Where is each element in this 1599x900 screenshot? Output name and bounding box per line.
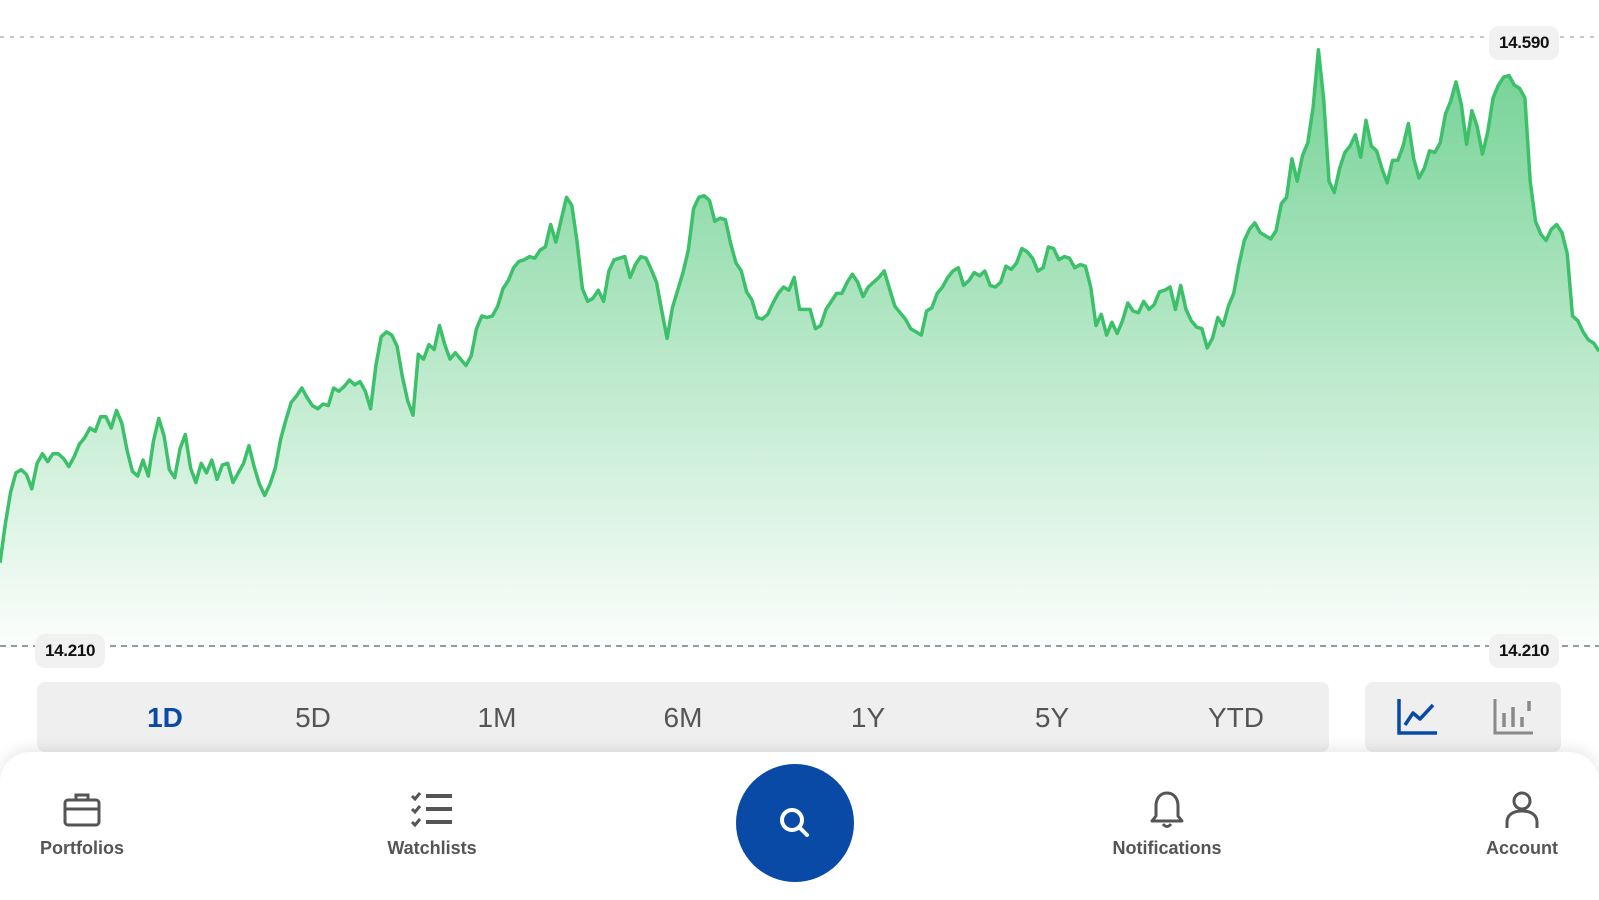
max-price-label-right: 14.590: [1489, 26, 1560, 60]
range-1m-tab[interactable]: 1M: [437, 702, 557, 734]
min-price-label-right: 14.210: [1489, 634, 1560, 668]
chart-type-toggle: [1365, 682, 1561, 752]
range-6m-tab[interactable]: 6M: [623, 702, 743, 734]
nav-portfolios-label: Portfolios: [40, 838, 124, 858]
line-chart-icon: [1397, 699, 1437, 735]
search-button[interactable]: [736, 764, 854, 882]
briefcase-icon: [60, 788, 104, 832]
bar-chart-icon: [1493, 699, 1533, 735]
nav-account[interactable]: Account: [1422, 788, 1599, 859]
range-5y-tab[interactable]: 5Y: [992, 702, 1112, 734]
search-icon: [780, 808, 809, 837]
bar-chart-button[interactable]: [1483, 694, 1543, 740]
price-chart[interactable]: 14.590 14.210 14.210: [0, 0, 1599, 670]
range-5d-tab[interactable]: 5D: [253, 702, 373, 734]
user-icon: [1500, 788, 1544, 832]
nav-portfolios[interactable]: Portfolios: [0, 788, 182, 859]
nav-watchlists-label: Watchlists: [387, 838, 477, 858]
range-1d-tab[interactable]: 1D: [105, 702, 225, 734]
min-price-label-left: 14.210: [35, 634, 106, 668]
price-chart-svg: [0, 36, 1599, 647]
nav-notifications-label: Notifications: [1112, 838, 1222, 858]
checklist-icon: [410, 788, 454, 832]
range-ytd-tab[interactable]: YTD: [1176, 702, 1296, 734]
nav-account-label: Account: [1486, 838, 1558, 858]
price-area-fill: [0, 49, 1599, 647]
time-range-selector: 1D 5D 1M 6M 1Y 5Y YTD: [37, 682, 1329, 752]
range-1y-tab[interactable]: 1Y: [808, 702, 928, 734]
bell-icon: [1145, 788, 1189, 832]
nav-watchlists[interactable]: Watchlists: [332, 788, 532, 859]
bottom-navigation-bar: Portfolios Watchlists Notifications Acco…: [0, 752, 1599, 900]
line-chart-button[interactable]: [1387, 694, 1447, 740]
nav-notifications[interactable]: Notifications: [1067, 788, 1267, 859]
